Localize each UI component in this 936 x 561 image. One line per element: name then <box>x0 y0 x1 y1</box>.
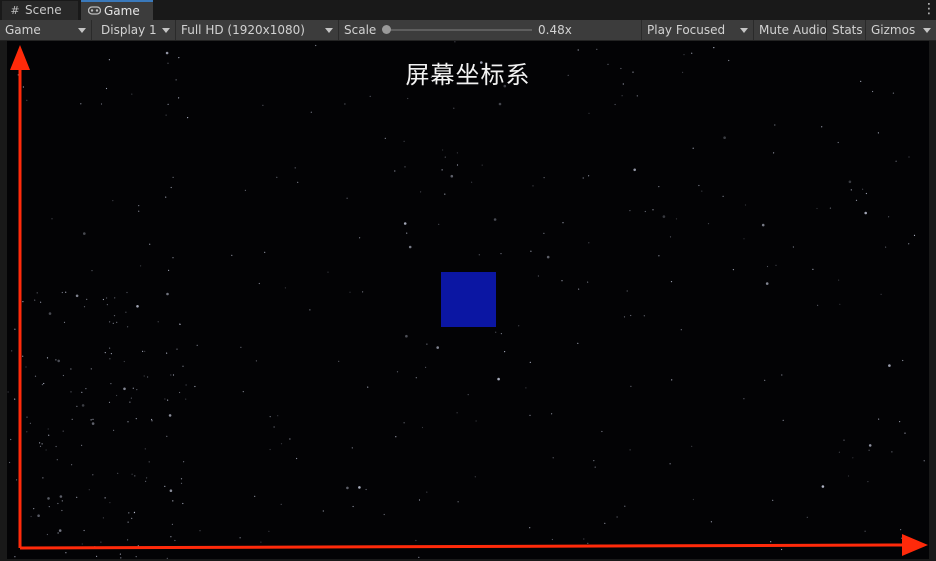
chevron-down-icon <box>162 28 170 33</box>
gizmos-label: Gizmos <box>871 23 916 37</box>
gamepad-icon <box>87 2 101 21</box>
play-mode-value: Play Focused <box>647 23 726 37</box>
view-select-value: Game <box>5 23 41 37</box>
game-toolbar: Game Display 1 Full HD (1920x1080) Scale… <box>0 20 936 41</box>
display-select[interactable]: Display 1 <box>96 20 176 40</box>
tab-scene[interactable]: # Scene <box>2 1 78 20</box>
grid-icon: # <box>10 4 20 17</box>
gizmos-select[interactable]: Gizmos <box>866 20 936 40</box>
play-mode-select[interactable]: Play Focused <box>642 20 754 40</box>
scale-label: Scale <box>344 23 377 37</box>
chevron-down-icon <box>740 28 748 33</box>
more-options-icon[interactable]: ⋮ <box>922 2 936 16</box>
stats-label: Stats <box>832 23 863 37</box>
mute-audio-button[interactable]: Mute Audio <box>754 20 827 40</box>
scale-slider-track[interactable] <box>388 29 532 31</box>
editor-tab-bar: # Scene Game ⋮ <box>0 0 936 21</box>
resolution-select-value: Full HD (1920x1080) <box>181 23 305 37</box>
blue-cube <box>441 272 496 327</box>
tab-scene-label: Scene <box>25 3 62 17</box>
scale-slider-knob[interactable] <box>382 25 391 34</box>
view-select[interactable]: Game <box>0 20 92 40</box>
game-viewport[interactable]: 屏幕坐标系 <box>7 41 929 559</box>
chevron-down-icon <box>325 28 333 33</box>
tab-game[interactable]: Game <box>81 0 153 20</box>
tab-game-label: Game <box>104 4 140 18</box>
screen-title: 屏幕坐标系 <box>405 61 531 89</box>
resolution-select[interactable]: Full HD (1920x1080) <box>176 20 339 40</box>
chevron-down-icon <box>923 28 931 33</box>
stats-button[interactable]: Stats <box>827 20 866 40</box>
mute-audio-label: Mute Audio <box>759 23 827 37</box>
scale-value: 0.48x <box>538 23 572 37</box>
display-select-value: Display 1 <box>101 23 157 37</box>
chevron-down-icon <box>78 28 86 33</box>
